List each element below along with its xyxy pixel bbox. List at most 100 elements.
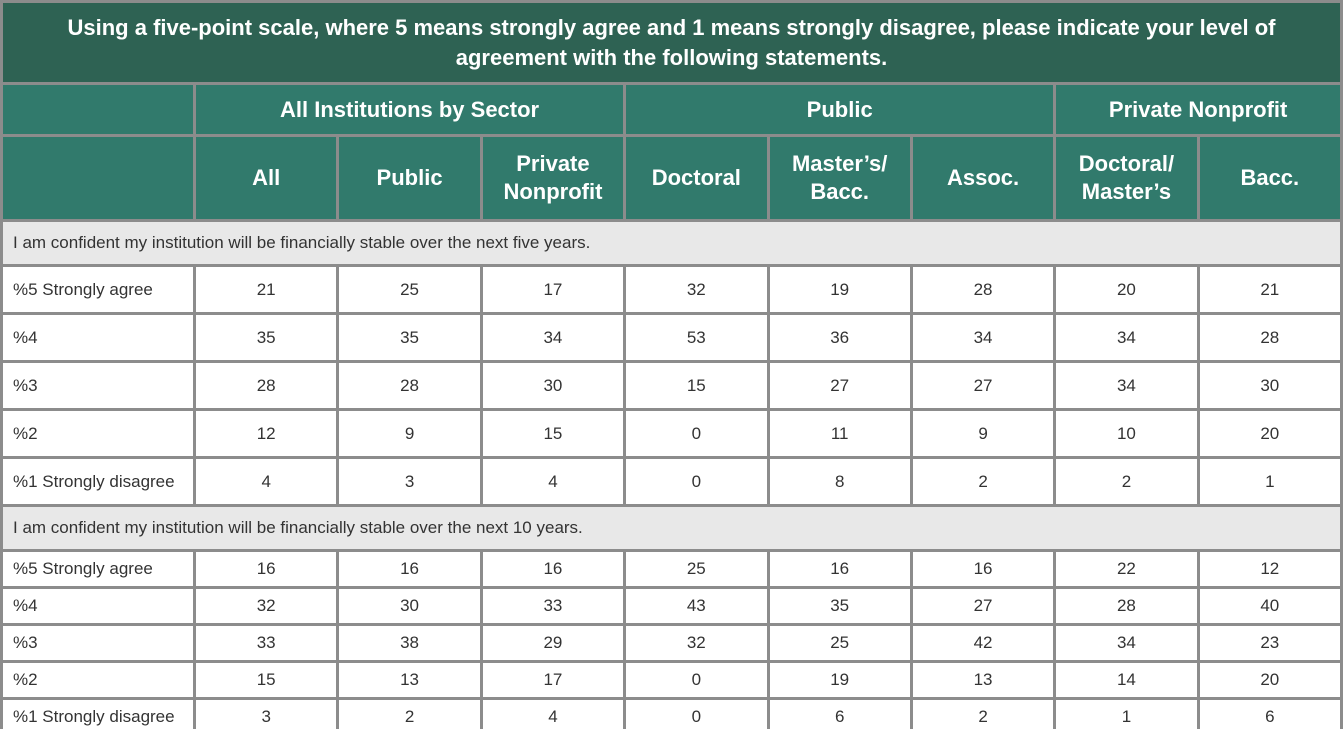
value-cell: 35 — [339, 315, 480, 360]
value-cell: 3 — [339, 459, 480, 504]
value-cell: 12 — [1199, 552, 1340, 586]
column-header-all: All — [196, 137, 337, 219]
value-cell: 12 — [196, 411, 337, 456]
table-row: %2 12 9 15 0 11 9 10 20 — [3, 411, 1340, 456]
column-header-doctoral-masters: Doctoral/ Master’s — [1056, 137, 1197, 219]
row-label: %2 — [3, 411, 193, 456]
value-cell: 2 — [1056, 459, 1197, 504]
value-cell: 30 — [482, 363, 624, 408]
value-cell: 53 — [626, 315, 767, 360]
value-cell: 16 — [769, 552, 910, 586]
value-cell: 28 — [1056, 589, 1197, 623]
value-cell: 16 — [196, 552, 337, 586]
value-cell: 13 — [339, 663, 480, 697]
value-cell: 9 — [339, 411, 480, 456]
survey-table-container: Using a five-point scale, where 5 means … — [0, 0, 1343, 734]
row-label: %2 — [3, 663, 193, 697]
value-cell: 19 — [769, 663, 910, 697]
group-header-empty — [3, 85, 193, 134]
row-label: %4 — [3, 589, 193, 623]
value-cell: 0 — [626, 411, 767, 456]
value-cell: 15 — [626, 363, 767, 408]
value-cell: 11 — [769, 411, 910, 456]
table-row: %3 28 28 30 15 27 27 34 30 — [3, 363, 1340, 408]
value-cell: 28 — [912, 267, 1054, 312]
column-header-assoc: Assoc. — [912, 137, 1054, 219]
value-cell: 42 — [912, 626, 1054, 660]
section-row: I am confident my institution will be fi… — [3, 507, 1340, 549]
value-cell: 34 — [482, 315, 624, 360]
value-cell: 35 — [196, 315, 337, 360]
value-cell: 32 — [626, 626, 767, 660]
row-label: %4 — [3, 315, 193, 360]
value-cell: 27 — [912, 589, 1054, 623]
value-cell: 0 — [626, 459, 767, 504]
value-cell: 38 — [339, 626, 480, 660]
value-cell: 19 — [769, 267, 910, 312]
value-cell: 25 — [339, 267, 480, 312]
value-cell: 30 — [1199, 363, 1340, 408]
value-cell: 21 — [196, 267, 337, 312]
table-row: %3 33 38 29 32 25 42 34 23 — [3, 626, 1340, 660]
value-cell: 21 — [1199, 267, 1340, 312]
table-row: %5 Strongly agree 16 16 16 25 16 16 22 12 — [3, 552, 1340, 586]
group-header-private-nonprofit: Private Nonprofit — [1056, 85, 1340, 134]
row-label: %5 Strongly agree — [3, 552, 193, 586]
statement-text: I am confident my institution will be fi… — [3, 222, 1340, 264]
value-cell: 34 — [1056, 363, 1197, 408]
value-cell: 20 — [1199, 411, 1340, 456]
value-cell: 22 — [1056, 552, 1197, 586]
value-cell: 15 — [482, 411, 624, 456]
value-cell: 16 — [912, 552, 1054, 586]
value-cell: 23 — [1199, 626, 1340, 660]
value-cell: 28 — [196, 363, 337, 408]
table-row: %2 15 13 17 0 19 13 14 20 — [3, 663, 1340, 697]
group-header-public: Public — [626, 85, 1054, 134]
value-cell: 0 — [626, 663, 767, 697]
value-cell: 20 — [1199, 663, 1340, 697]
value-cell: 17 — [482, 663, 624, 697]
column-header-row: All Public Private Nonprofit Doctoral Ma… — [3, 137, 1340, 219]
value-cell: 33 — [482, 589, 624, 623]
value-cell: 28 — [339, 363, 480, 408]
column-header-public: Public — [339, 137, 480, 219]
value-cell: 17 — [482, 267, 624, 312]
value-cell: 33 — [196, 626, 337, 660]
table-row: %4 35 35 34 53 36 34 34 28 — [3, 315, 1340, 360]
section-row: I am confident my institution will be fi… — [3, 222, 1340, 264]
column-header-empty — [3, 137, 193, 219]
column-header-private-nonprofit: Private Nonprofit — [482, 137, 624, 219]
value-cell: 34 — [912, 315, 1054, 360]
value-cell: 4 — [482, 459, 624, 504]
column-header-bacc: Bacc. — [1199, 137, 1340, 219]
value-cell: 32 — [196, 589, 337, 623]
value-cell: 43 — [626, 589, 767, 623]
value-cell: 36 — [769, 315, 910, 360]
value-cell: 32 — [626, 267, 767, 312]
value-cell: 30 — [339, 589, 480, 623]
value-cell: 40 — [1199, 589, 1340, 623]
value-cell: 25 — [769, 626, 910, 660]
value-cell: 28 — [1199, 315, 1340, 360]
value-cell: 13 — [912, 663, 1054, 697]
survey-results-table: Using a five-point scale, where 5 means … — [0, 0, 1343, 737]
value-cell: 14 — [1056, 663, 1197, 697]
column-header-doctoral: Doctoral — [626, 137, 767, 219]
value-cell: 34 — [1056, 315, 1197, 360]
value-cell: 27 — [912, 363, 1054, 408]
value-cell: 25 — [626, 552, 767, 586]
value-cell: 4 — [196, 459, 337, 504]
statement-text: I am confident my institution will be fi… — [3, 507, 1340, 549]
row-label: %5 Strongly agree — [3, 267, 193, 312]
value-cell: 16 — [339, 552, 480, 586]
value-cell: 20 — [1056, 267, 1197, 312]
value-cell: 2 — [912, 459, 1054, 504]
value-cell: 10 — [1056, 411, 1197, 456]
group-header-row: All Institutions by Sector Public Privat… — [3, 85, 1340, 134]
group-header-all-institutions: All Institutions by Sector — [196, 85, 624, 134]
value-cell: 35 — [769, 589, 910, 623]
row-label: %3 — [3, 626, 193, 660]
value-cell: 9 — [912, 411, 1054, 456]
column-header-masters-bacc: Master’s/ Bacc. — [769, 137, 910, 219]
value-cell: 1 — [1199, 459, 1340, 504]
